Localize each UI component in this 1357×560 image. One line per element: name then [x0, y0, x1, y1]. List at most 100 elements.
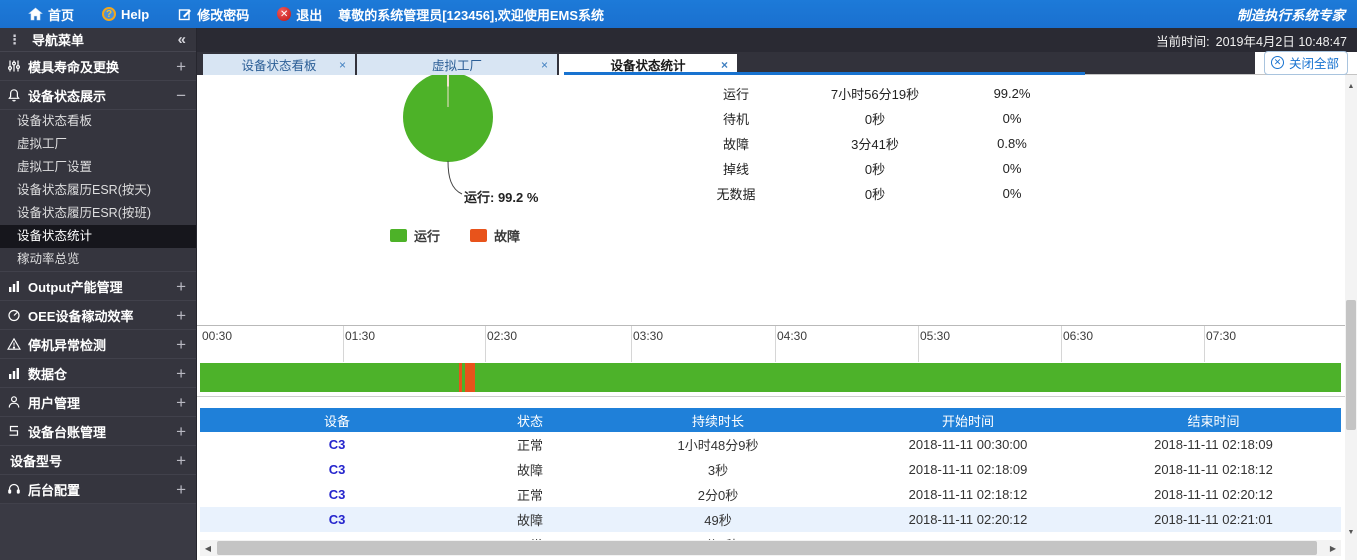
ems-app-window: 首页 ? Help 修改密码 ✕ 退出 尊敬的系统管理员[123456],欢迎使… — [0, 0, 1357, 560]
sidebar-group-backend-config[interactable]: 后台配置 + — [0, 475, 196, 504]
sidebar-group-downtime[interactable]: 停机异常检测 + — [0, 330, 196, 359]
sidebar-group-users[interactable]: 用户管理 + — [0, 388, 196, 417]
tab-bar: 设备状态看板 × 虚拟工厂 × 设备状态统计 × ✕ 关闭全部 — [197, 52, 1357, 75]
summary-row: 掉线 0秒 0% — [677, 156, 1069, 181]
timeline-gridline — [1204, 326, 1205, 362]
table-row[interactable]: C3 故障 3秒 2018-11-11 02:18:09 2018-11-11 … — [200, 457, 1341, 482]
status-summary-table: 运行 7小时56分19秒 99.2% 待机 0秒 0% 故障 3分41秒 0.8… — [677, 81, 1069, 206]
summary-row: 无数据 0秒 0% — [677, 181, 1069, 206]
logout-button[interactable]: ✕ 退出 — [263, 0, 336, 28]
state-percent: 0% — [955, 186, 1069, 201]
tab-close-icon[interactable]: × — [339, 58, 346, 72]
column-header-duration[interactable]: 持续时长 — [586, 411, 850, 430]
column-header-end[interactable]: 结束时间 — [1086, 411, 1341, 430]
sidebar-group-oee[interactable]: OEE设备稼动效率 + — [0, 301, 196, 330]
sidebar-item-device-status-board[interactable]: 设备状态看板 — [0, 110, 196, 133]
top-menu-bar: 首页 ? Help 修改密码 ✕ 退出 尊敬的系统管理员[123456],欢迎使… — [0, 0, 1357, 28]
fault-segment[interactable] — [459, 363, 462, 392]
sidebar-collapse-icon[interactable]: « — [178, 31, 186, 48]
tab-close-icon[interactable]: × — [721, 58, 728, 72]
tab-virtual-factory[interactable]: 虚拟工厂 × — [357, 54, 557, 75]
vertical-scrollbar-thumb[interactable] — [1346, 300, 1356, 430]
tab-device-status-board[interactable]: 设备状态看板 × — [203, 54, 355, 75]
sidebar-item-esr-by-day[interactable]: 设备状态履历ESR(按天) — [0, 179, 196, 202]
ledger-icon — [6, 424, 22, 438]
expand-plus-icon[interactable]: + — [176, 365, 186, 382]
sidebar-group-device-status[interactable]: 设备状态展示 − — [0, 81, 196, 110]
sidebar-group-label: 模具寿命及更换 — [28, 57, 119, 76]
device-link[interactable]: C3 — [200, 462, 474, 477]
fault-segment[interactable] — [465, 363, 475, 392]
scroll-up-icon[interactable]: ▲ — [1345, 79, 1357, 93]
timeline-tick: 07:30 — [1206, 329, 1236, 343]
expand-plus-icon[interactable]: + — [176, 58, 186, 75]
timeline-tick: 00:30 — [202, 329, 232, 343]
state-percent: 0.8% — [955, 136, 1069, 151]
expand-plus-icon[interactable]: + — [176, 423, 186, 440]
sidebar-item-virtual-factory-settings[interactable]: 虚拟工厂设置 — [0, 156, 196, 179]
sidebar-item-utilization-overview[interactable]: 稼动率总览 — [0, 248, 196, 271]
user-icon — [6, 395, 22, 409]
sidebar-group-output[interactable]: Output产能管理 + — [0, 272, 196, 301]
state-name: 故障 — [677, 134, 795, 153]
close-all-area: ✕ 关闭全部 — [1255, 52, 1357, 75]
table-row[interactable]: C3 正常 2分0秒 2018-11-11 02:18:12 2018-11-1… — [200, 482, 1341, 507]
scroll-right-icon[interactable]: ▶ — [1325, 540, 1341, 556]
horizontal-scrollbar-thumb[interactable] — [217, 541, 1317, 555]
expand-plus-icon[interactable]: + — [176, 307, 186, 324]
column-header-state[interactable]: 状态 — [474, 411, 586, 430]
state-name: 运行 — [677, 84, 795, 103]
help-button[interactable]: ? Help — [88, 0, 163, 28]
legend-item-fault[interactable]: 故障 — [470, 226, 520, 245]
sidebar-group-device-model[interactable]: 设备型号 + — [0, 446, 196, 475]
column-header-device[interactable]: 设备 — [200, 411, 474, 430]
vertical-scrollbar[interactable]: ▲ ▼ — [1345, 75, 1357, 560]
timeline-gridline — [918, 326, 919, 362]
device-link[interactable]: C3 — [200, 437, 474, 452]
end-cell: 2018-11-11 02:20:12 — [1086, 487, 1341, 502]
expand-plus-icon[interactable]: + — [176, 481, 186, 498]
sidebar-item-device-status-statistics[interactable]: 设备状态统计 — [0, 225, 196, 248]
sidebar-item-esr-by-shift[interactable]: 设备状态履历ESR(按班) — [0, 202, 196, 225]
sidebar-header: ⋮ 导航菜单 « — [0, 28, 196, 52]
tab-close-icon[interactable]: × — [541, 58, 548, 72]
legend-swatch-green — [390, 229, 407, 242]
help-label: Help — [121, 7, 149, 22]
sidebar-group-label: 停机异常检测 — [28, 335, 106, 354]
state-duration: 3分41秒 — [795, 134, 955, 153]
change-password-button[interactable]: 修改密码 — [163, 0, 263, 28]
table-row-selected[interactable]: C3 故障 49秒 2018-11-11 02:20:12 2018-11-11… — [200, 507, 1341, 532]
duration-cell: 2分0秒 — [586, 485, 850, 504]
collapse-minus-icon[interactable]: − — [176, 87, 186, 104]
device-link[interactable]: C3 — [200, 487, 474, 502]
sidebar-item-virtual-factory[interactable]: 虚拟工厂 — [0, 133, 196, 156]
state-duration: 0秒 — [795, 184, 955, 203]
sidebar-group-label: Output产能管理 — [28, 277, 123, 296]
sidebar-group-ledger[interactable]: 设备台账管理 + — [0, 417, 196, 446]
expand-plus-icon[interactable]: + — [176, 452, 186, 469]
sidebar-group-mold-life[interactable]: 模具寿命及更换 + — [0, 52, 196, 81]
status-timeline-bar[interactable] — [200, 363, 1341, 392]
expand-plus-icon[interactable]: + — [176, 394, 186, 411]
horizontal-scrollbar[interactable]: ◀ ▶ — [200, 540, 1341, 556]
home-button[interactable]: 首页 — [0, 0, 88, 28]
table-row[interactable]: C3 正常 1小时48分9秒 2018-11-11 00:30:00 2018-… — [200, 432, 1341, 457]
sidebar-group-data-warehouse[interactable]: 数据仓 + — [0, 359, 196, 388]
brand-slogan: 制造执行系统专家 — [1237, 4, 1357, 24]
column-header-start[interactable]: 开始时间 — [850, 411, 1086, 430]
scroll-left-icon[interactable]: ◀ — [200, 540, 216, 556]
expand-plus-icon[interactable]: + — [176, 278, 186, 295]
status-history-table: 设备 状态 持续时长 开始时间 结束时间 C3 正常 1小时48分9秒 2018… — [200, 408, 1341, 557]
close-all-tabs-button[interactable]: ✕ 关闭全部 — [1264, 51, 1348, 75]
legend-item-run[interactable]: 运行 — [390, 226, 440, 245]
legend-label: 运行 — [414, 226, 440, 245]
state-percent: 0% — [955, 161, 1069, 176]
timeline-tick: 05:30 — [920, 329, 950, 343]
expand-plus-icon[interactable]: + — [176, 336, 186, 353]
timeline-tick: 02:30 — [487, 329, 517, 343]
device-link[interactable]: C3 — [200, 512, 474, 527]
end-cell: 2018-11-11 02:21:01 — [1086, 512, 1341, 527]
scroll-down-icon[interactable]: ▼ — [1345, 525, 1357, 539]
timeline-gridline — [343, 326, 344, 362]
status-pie-chart[interactable] — [403, 75, 493, 162]
